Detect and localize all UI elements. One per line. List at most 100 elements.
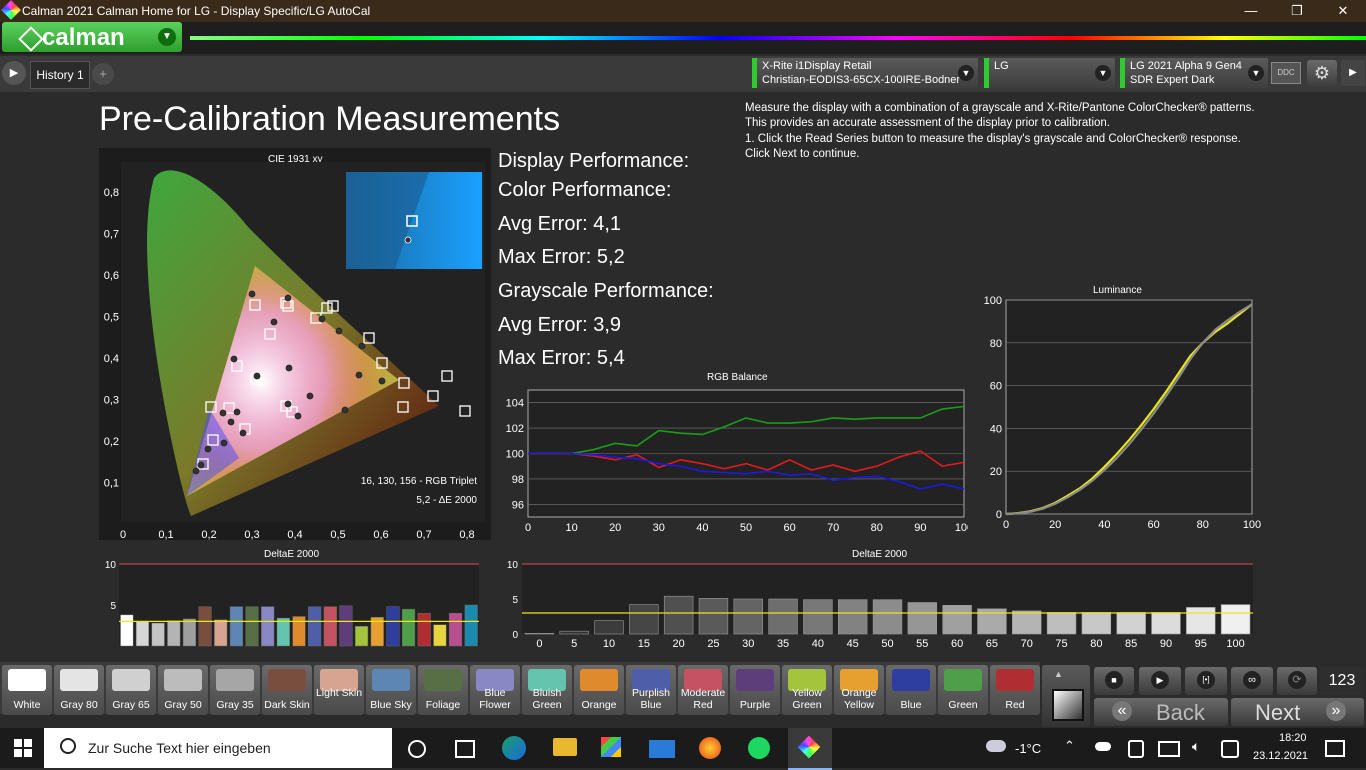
minimize-button[interactable]: —	[1228, 0, 1274, 22]
file-explorer-icon[interactable]	[553, 738, 577, 756]
x-tick-label: 5	[571, 638, 577, 650]
play-icon: ▶	[1151, 671, 1169, 689]
read-series-button[interactable]: ▶	[1139, 667, 1181, 695]
maximize-button[interactable]: ❐	[1274, 0, 1320, 22]
swatch-white[interactable]: White	[2, 665, 52, 715]
x-tick-label: 65	[986, 638, 998, 650]
display-selector[interactable]: LG 2021 Alpha 9 Gen4 SDR Expert Dark ▼	[1120, 58, 1268, 88]
x-tick-label: 0	[536, 638, 542, 650]
stop-button[interactable]: ■	[1094, 667, 1134, 695]
deltae-bar	[120, 614, 134, 647]
taskbar-search-box[interactable]: Zur Suche Text hier eingeben	[44, 728, 392, 768]
firefox-icon[interactable]	[699, 737, 721, 759]
spotify-icon[interactable]	[748, 737, 770, 759]
swatch-label: Foliage	[425, 699, 461, 711]
refresh-button[interactable]: ⟳	[1277, 667, 1317, 695]
swatch-light-skin[interactable]: Light Skin	[314, 665, 364, 715]
swatch-label: Dark Skin	[264, 699, 310, 711]
add-tab-button[interactable]: +	[92, 63, 114, 85]
swatch-purple[interactable]: Purple	[730, 665, 780, 715]
cie-measured-point	[192, 467, 200, 475]
deltae-bar	[448, 612, 463, 647]
speaker-icon[interactable]: 🔈︎	[1192, 738, 1200, 755]
tab-history-1[interactable]: History 1	[30, 61, 90, 89]
back-button[interactable]: « Back	[1094, 698, 1228, 726]
x-tick-label: 50	[881, 638, 893, 650]
swatch-red[interactable]: Red	[990, 665, 1040, 715]
swatch-chip	[944, 669, 982, 691]
expand-right-icon[interactable]: ▶	[1341, 60, 1365, 86]
display-mode: SDR Expert Dark	[1130, 74, 1215, 86]
continuous-read-button[interactable]: ∞	[1231, 667, 1273, 695]
chevron-down-icon[interactable]: ▼	[158, 28, 176, 46]
settings-gear-icon[interactable]: ⚙	[1307, 60, 1337, 86]
source-selector[interactable]: LG ▼	[984, 58, 1115, 88]
swatch-gray-50[interactable]: Gray 50	[158, 665, 208, 715]
next-button[interactable]: Next »	[1231, 698, 1364, 726]
notifications-icon[interactable]	[1325, 740, 1345, 757]
swatch-blue[interactable]: Blue	[886, 665, 936, 715]
chevron-up-icon[interactable]: ▲	[1054, 669, 1063, 679]
deltae-bar	[1046, 611, 1077, 635]
clock-time[interactable]: 18:20	[1279, 732, 1307, 744]
swatch-blue-sky[interactable]: Blue Sky	[366, 665, 416, 715]
deltae-bar	[629, 604, 659, 635]
cie-measured-point	[285, 364, 293, 372]
calman-logo-menu[interactable]: calman ▼	[2, 22, 182, 52]
mail-icon[interactable]	[649, 740, 675, 758]
clock-date[interactable]: 23.12.2021	[1253, 750, 1308, 762]
swatch-gray-80[interactable]: Gray 80	[54, 665, 104, 715]
swatch-gray-35[interactable]: Gray 35	[210, 665, 260, 715]
windows-start-icon[interactable]	[14, 739, 32, 757]
swatch-foliage[interactable]: Foliage	[418, 665, 468, 715]
webcam-icon[interactable]	[1128, 740, 1144, 758]
swatch-label: Gray 65	[112, 699, 150, 711]
swatch-green[interactable]: Green	[938, 665, 988, 715]
swatch-blue-flower[interactable]: Blue Flower	[470, 665, 520, 715]
task-view-icon[interactable]	[455, 740, 475, 758]
x-tick-label: 10	[603, 638, 615, 650]
language-icon[interactable]	[1221, 740, 1239, 758]
close-button[interactable]: ✕	[1320, 0, 1366, 22]
swatch-dark-skin[interactable]: Dark Skin	[262, 665, 312, 715]
swatch-orange-yellow[interactable]: Orange Yellow	[834, 665, 884, 715]
deltae-bar	[355, 626, 369, 647]
read-single-button[interactable]: [•]	[1185, 667, 1227, 695]
luminance-title: Luminance	[1093, 285, 1142, 296]
swatch-orange[interactable]: Orange	[574, 665, 624, 715]
ddc-button[interactable]: DDC	[1271, 62, 1301, 84]
cortana-icon[interactable]	[408, 740, 426, 758]
chevron-down-icon[interactable]: ▼	[958, 65, 974, 81]
pattern-preview-panel[interactable]: ▲	[1042, 665, 1090, 727]
chevron-down-icon[interactable]: ▼	[1248, 65, 1264, 81]
gray-max-error: Max Error: 5,4	[498, 347, 625, 369]
deltae-bar	[1012, 610, 1042, 635]
swatch-yellow-green[interactable]: Yellow Green	[782, 665, 832, 715]
weather-cloud-icon[interactable]	[986, 740, 1006, 752]
meter-selector[interactable]: X-Rite i1Display Retail Christian-EODIS3…	[752, 58, 978, 88]
swatch-purplish-blue[interactable]: Purplish Blue	[626, 665, 676, 715]
cie-x-tick: 0	[120, 529, 126, 540]
edge-icon[interactable]	[502, 736, 526, 760]
x-tick-label: 60	[1147, 519, 1159, 531]
swatch-bluish-green[interactable]: Bluish Green	[522, 665, 572, 715]
onedrive-icon[interactable]	[1095, 742, 1111, 751]
swatch-chip	[8, 669, 46, 691]
color-avg-error: Avg Error: 4,1	[498, 213, 622, 235]
deltae-bar	[524, 633, 555, 635]
network-icon[interactable]	[1158, 741, 1180, 757]
calman-taskbar-icon	[797, 735, 821, 759]
weather-temperature[interactable]: -1°C	[1015, 741, 1041, 756]
cie-measured-point	[253, 372, 261, 380]
swatch-moderate-red[interactable]: Moderate Red	[678, 665, 728, 715]
y-tick-label: 80	[990, 338, 1002, 350]
deltae-bar	[1186, 607, 1216, 635]
swatch-gray-65[interactable]: Gray 65	[106, 665, 156, 715]
store-icon[interactable]	[601, 737, 621, 757]
chevron-down-icon[interactable]: ▼	[1095, 65, 1111, 81]
play-icon[interactable]: ▶	[2, 61, 26, 85]
cie-measured-point	[227, 418, 235, 426]
swatch-label: Gray 80	[60, 699, 98, 711]
calman-taskbar-button[interactable]	[788, 728, 832, 770]
chevron-up-icon[interactable]: ⌃	[1064, 738, 1075, 754]
